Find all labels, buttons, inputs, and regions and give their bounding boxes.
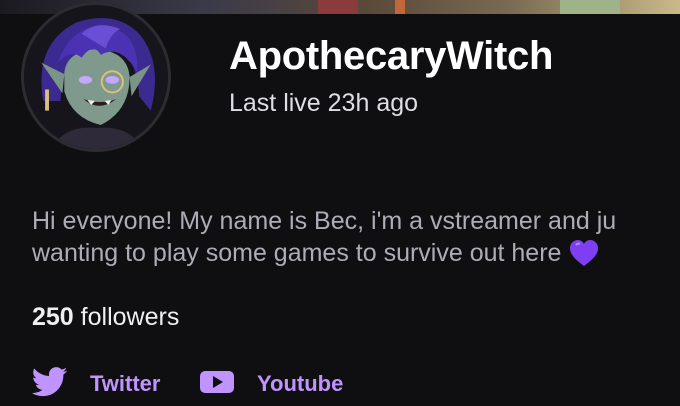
purple-heart-icon <box>569 239 599 275</box>
twitter-link-label: Twitter <box>90 371 161 396</box>
twitter-bird-icon <box>31 366 68 402</box>
follower-count-number: 250 <box>32 303 74 331</box>
youtube-link[interactable]: Youtube <box>199 367 343 401</box>
bio-line-2-text: wanting to play some games to survive ou… <box>32 239 562 267</box>
channel-avatar[interactable] <box>21 2 171 152</box>
follower-count: 250 followers <box>32 303 179 332</box>
follower-count-label: followers <box>80 303 180 331</box>
youtube-play-icon <box>199 368 235 401</box>
channel-bio: Hi everyone! My name is Bec, i'm a vstre… <box>32 205 680 275</box>
last-live-status: Last live 23h ago <box>229 89 419 117</box>
avatar-illustration <box>24 5 168 149</box>
youtube-link-label: Youtube <box>257 371 344 396</box>
bio-line-2: wanting to play some games to survive ou… <box>32 237 680 275</box>
channel-name: ApothecaryWitch <box>229 34 554 78</box>
twitter-link[interactable]: Twitter <box>31 366 161 402</box>
bio-line-1: Hi everyone! My name is Bec, i'm a vstre… <box>32 207 617 235</box>
